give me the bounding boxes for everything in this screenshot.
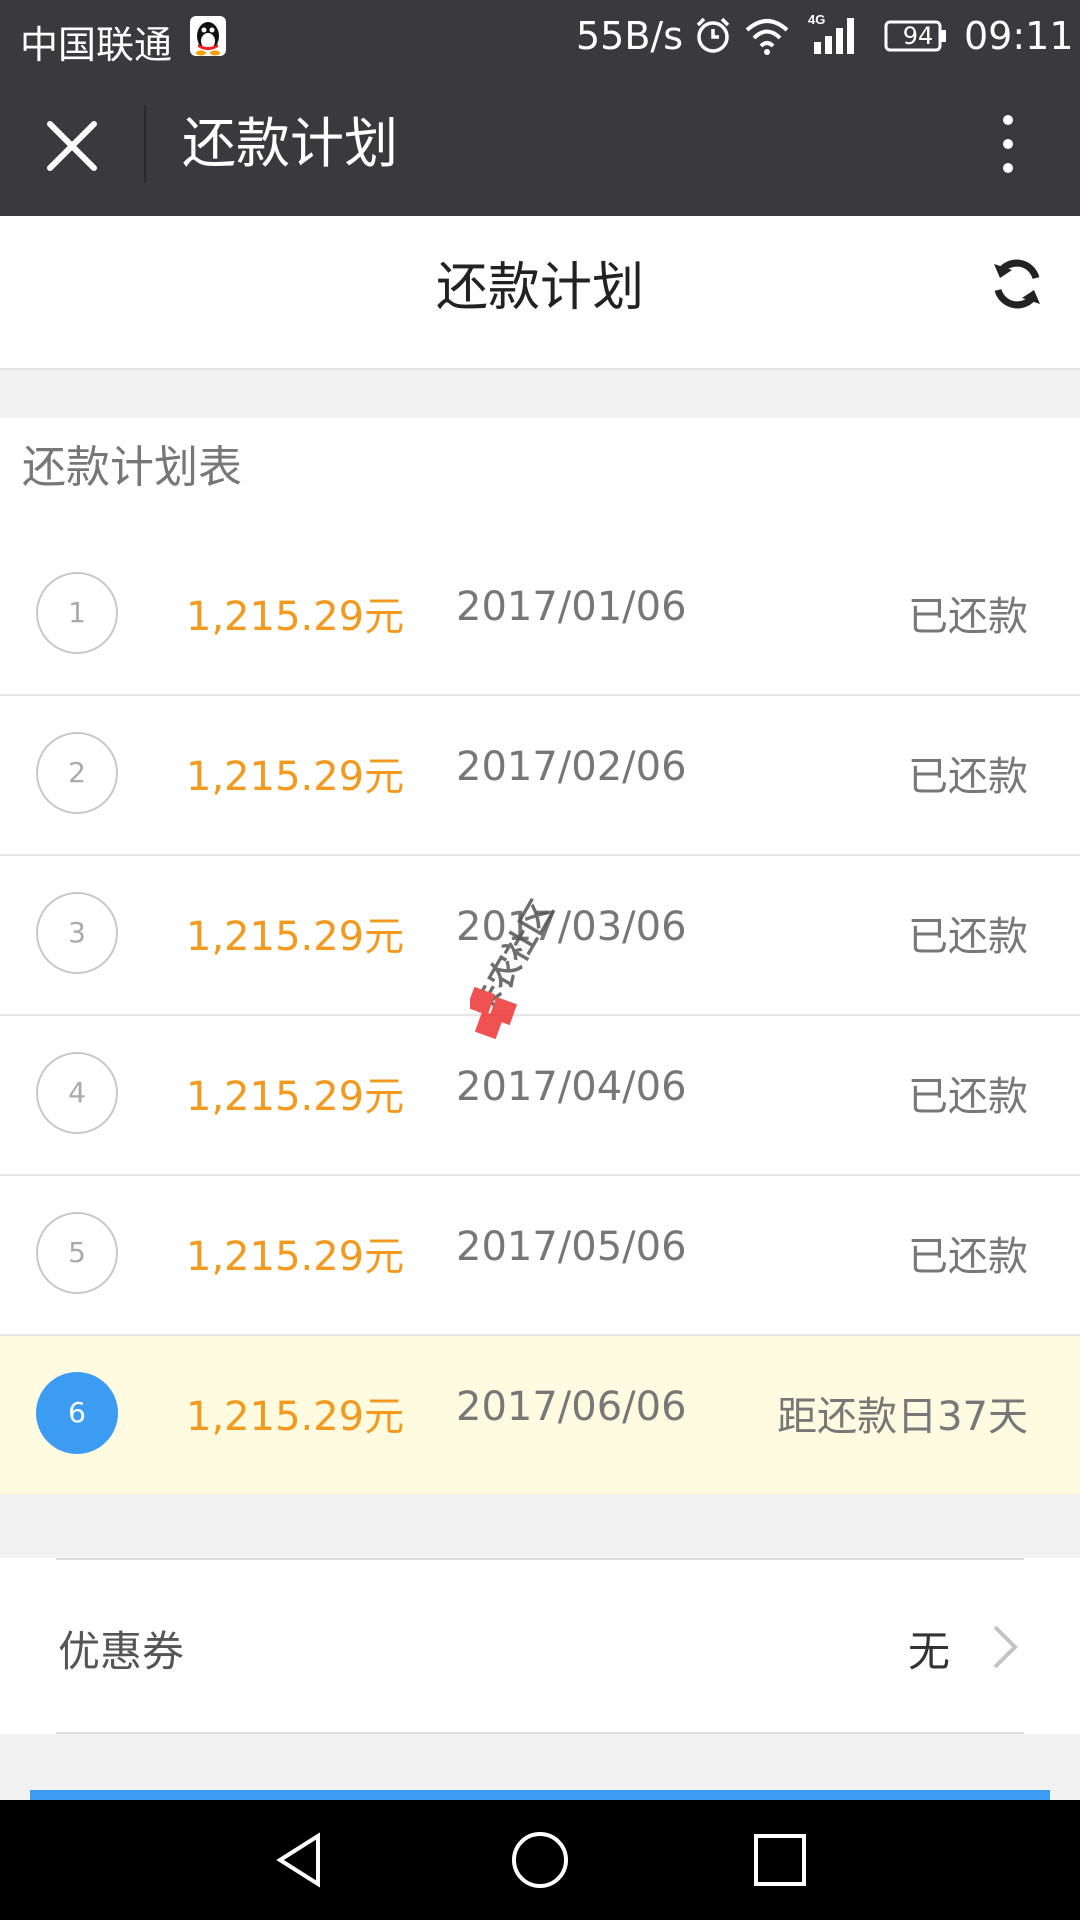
installment-status: 已还款 <box>908 1074 1028 1120</box>
installment-date: 2017/02/06 <box>456 744 687 790</box>
installment-amount: 1,215.29元 <box>186 914 405 960</box>
installment-row: 5 1,215.29元 2017/05/06 已还款 <box>0 1176 1080 1336</box>
installment-status: 已还款 <box>908 594 1028 640</box>
installment-amount: 1,215.29元 <box>186 1074 405 1120</box>
title-divider <box>144 106 146 182</box>
installment-number: 2 <box>36 732 118 814</box>
divider <box>56 1558 1024 1560</box>
home-icon[interactable] <box>510 1830 570 1890</box>
page-header: 还款计划 <box>0 216 1080 370</box>
app-title-bar: 还款计划 <box>0 72 1080 216</box>
installment-status: 已还款 <box>908 914 1028 960</box>
installment-number: 5 <box>36 1212 118 1294</box>
close-icon[interactable] <box>42 116 102 176</box>
coupon-row[interactable]: 优惠券 无 <box>0 1558 1080 1734</box>
svg-text:4G: 4G <box>808 12 825 27</box>
network-speed: 55B/s <box>576 14 684 58</box>
installment-date: 2017/04/06 <box>456 1064 687 1110</box>
chevron-right-icon <box>993 1625 1018 1669</box>
carrier-name: 中国联通 <box>20 23 173 67</box>
page-title: 还款计划 <box>435 258 644 318</box>
divider <box>56 1732 1024 1734</box>
installment-amount: 1,215.29元 <box>186 1394 405 1440</box>
installment-number: 1 <box>36 572 118 654</box>
signal-icon: 4G <box>808 12 854 54</box>
installment-status: 已还款 <box>908 754 1028 800</box>
installment-date: 2017/05/06 <box>456 1224 687 1270</box>
installment-date: 2017/06/06 <box>456 1384 687 1430</box>
installment-date: 2017/01/06 <box>456 584 687 630</box>
installment-status: 距还款日37天 <box>777 1394 1028 1440</box>
recents-icon[interactable] <box>750 1830 810 1890</box>
installment-row: 2 1,215.29元 2017/02/06 已还款 <box>0 696 1080 856</box>
battery-level: 94 <box>902 22 934 50</box>
installment-amount: 1,215.29元 <box>186 1234 405 1280</box>
alarm-icon <box>696 17 730 53</box>
watermark-logo: 卡农社区 <box>464 870 630 1050</box>
refresh-icon[interactable] <box>990 256 1044 312</box>
window-title: 还款计划 <box>182 112 398 175</box>
wifi-icon <box>745 19 789 55</box>
installment-amount: 1,215.29元 <box>186 594 405 640</box>
installment-row: 1 1,215.29元 2017/01/06 已还款 <box>0 536 1080 696</box>
system-nav-bar <box>0 1800 1080 1920</box>
qq-notification-icon <box>190 16 226 56</box>
installment-number: 6 <box>36 1372 118 1454</box>
installment-number: 4 <box>36 1052 118 1134</box>
status-bar: 中国联通 55B/s 4G 94 09:11 <box>0 0 1080 72</box>
primary-action-button[interactable] <box>30 1790 1050 1800</box>
installment-row-current: 6 1,215.29元 2017/06/06 距还款日37天 <box>0 1336 1080 1494</box>
section-title: 还款计划表 <box>22 442 242 493</box>
more-vertical-icon[interactable] <box>990 112 1026 176</box>
coupon-value: 无 <box>907 1627 950 1676</box>
installment-status: 已还款 <box>908 1234 1028 1280</box>
coupon-label: 优惠券 <box>58 1627 185 1676</box>
installment-amount: 1,215.29元 <box>186 754 405 800</box>
installment-number: 3 <box>36 892 118 974</box>
back-icon[interactable] <box>270 1830 330 1890</box>
clock: 09:11 <box>964 14 1074 58</box>
